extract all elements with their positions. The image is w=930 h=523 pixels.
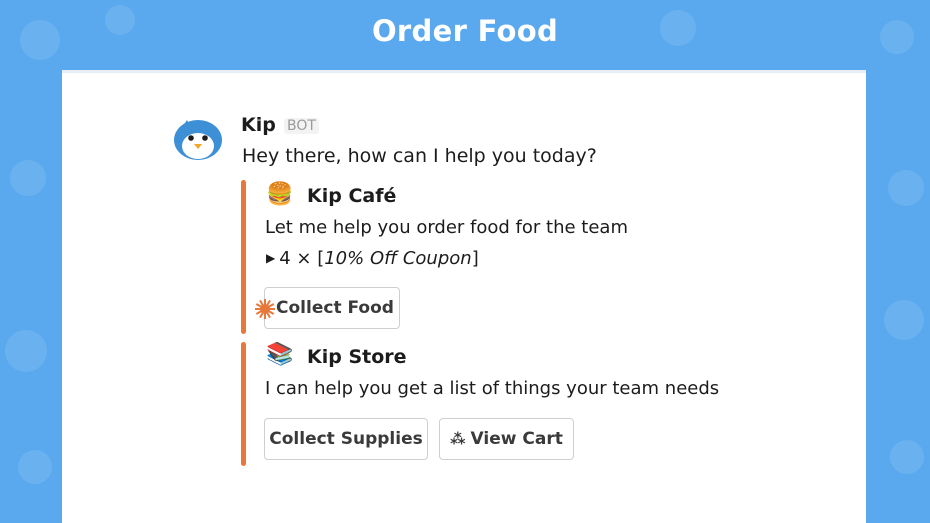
coupon-suffix: ] bbox=[471, 248, 479, 269]
sender-name[interactable]: Kip bbox=[241, 114, 276, 136]
collect-supplies-label: Collect Supplies bbox=[269, 429, 423, 449]
bot-badge: BOT bbox=[284, 118, 319, 134]
coupon-label: 10% Off Coupon bbox=[324, 248, 472, 269]
cart-icon: ⁂ bbox=[450, 430, 466, 448]
burger-icon: 🍔 bbox=[266, 182, 294, 207]
attachment-accent-bar bbox=[241, 342, 246, 466]
disclosure-triangle-icon[interactable]: ▶ bbox=[266, 251, 275, 265]
penguin-avatar-icon bbox=[174, 120, 222, 160]
attachment-title-kip-store: Kip Store bbox=[307, 346, 407, 368]
banner-title: Order Food bbox=[371, 14, 559, 48]
books-icon: 📚 bbox=[266, 342, 294, 367]
coupon-disclosure[interactable]: ▶ 4 × [10% Off Coupon] bbox=[266, 248, 479, 269]
attachment-accent-bar bbox=[241, 180, 246, 334]
attachment-title-kip-cafe: Kip Café bbox=[307, 185, 397, 207]
view-cart-label: View Cart bbox=[470, 429, 563, 449]
attachment-text: Let me help you order food for the team bbox=[265, 217, 628, 238]
message-text: Hey there, how can I help you today? bbox=[242, 145, 597, 167]
view-cart-button[interactable]: ⁂ View Cart bbox=[439, 418, 574, 460]
starburst-icon bbox=[255, 299, 275, 319]
collect-food-button[interactable]: Collect Food bbox=[264, 287, 400, 329]
coupon-prefix: 4 × [ bbox=[279, 248, 325, 269]
attachment-text: I can help you get a list of things your… bbox=[265, 378, 720, 399]
collect-food-label: Collect Food bbox=[276, 298, 394, 318]
collect-supplies-button[interactable]: Collect Supplies bbox=[264, 418, 428, 460]
